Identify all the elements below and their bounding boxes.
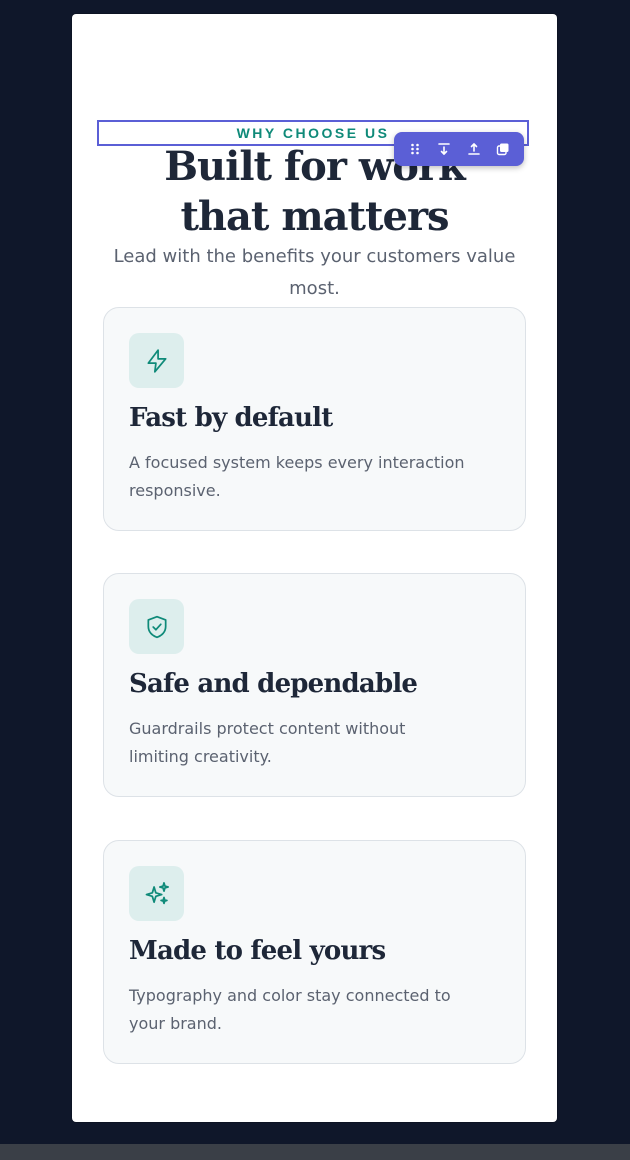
duplicate-button[interactable] <box>491 137 515 161</box>
feature-icon-tile <box>129 866 184 921</box>
eyebrow-label[interactable]: WHY CHOOSE US <box>237 126 390 140</box>
feature-card-text: Guardrails protect content without limit… <box>129 719 406 766</box>
feature-card-text: Typography and color stay connected to y… <box>129 986 451 1033</box>
move-up-button[interactable] <box>462 137 486 161</box>
feature-card-title: Fast by default <box>129 403 333 433</box>
preview-frame: WHY CHOOSE US Built for work that matter… <box>72 14 557 1122</box>
element-toolbar <box>394 132 524 166</box>
lightning-bolt-icon <box>146 348 167 373</box>
section-title-line-2: that matters <box>180 193 449 240</box>
feature-card-text: A focused system keeps every interaction… <box>129 453 465 500</box>
shield-check-icon <box>146 615 167 638</box>
sparkles-icon <box>145 881 169 904</box>
feature-icon-tile <box>129 599 184 654</box>
section-subtitle: Lead with the benefits your customers va… <box>113 246 516 299</box>
move-down-icon <box>438 143 451 155</box>
feature-icon-tile <box>129 333 184 388</box>
duplicate-icon <box>497 143 509 156</box>
drag-handle-button[interactable] <box>403 137 427 161</box>
feature-card-title: Made to feel yours <box>129 936 386 966</box>
move-down-button[interactable] <box>432 137 456 161</box>
feature-card-personal: Made to feel yours Typography and color … <box>103 840 526 1064</box>
window-bottom-strip <box>0 1144 630 1160</box>
feature-card-fast: Fast by default A focused system keeps e… <box>103 307 526 531</box>
feature-card-safe: Safe and dependable Guardrails protect c… <box>103 573 526 797</box>
drag-handle-icon <box>410 143 419 155</box>
feature-card-title: Safe and dependable <box>129 669 418 699</box>
move-up-icon <box>467 143 480 155</box>
